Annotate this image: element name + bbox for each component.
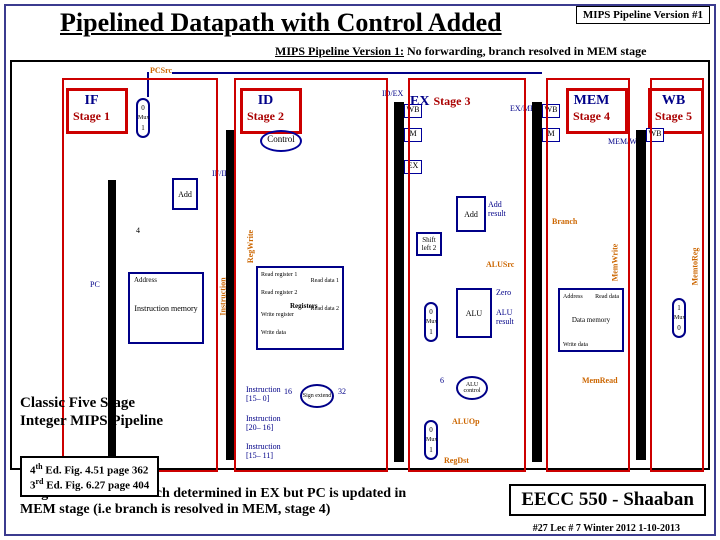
ex-stage-box [408, 78, 526, 472]
memwb-register [636, 130, 646, 460]
footer-text: #27 Lec # 7 Winter 2012 1-10-2013 [533, 523, 680, 534]
id-stage-box [234, 78, 388, 472]
exmem-register [532, 102, 542, 462]
course-box: EECC 550 - Shaaban [509, 484, 706, 516]
idex-register [394, 102, 404, 462]
classic-pipeline-text: Classic Five Stage Integer MIPS Pipeline [20, 394, 170, 430]
wb-stage-box [650, 78, 704, 472]
edition-references: 4th 4th Ed. Fig. 4.51 page 362Ed. Fig. 4… [20, 456, 159, 497]
mem-stage-box [546, 78, 630, 472]
pcsrc-label: PCSrc [150, 66, 172, 75]
instruction-label: Instruction [219, 277, 228, 315]
page-title: Pipelined Datapath with Control Added [60, 8, 502, 38]
subtitle: MIPS Pipeline Version 1: No forwarding, … [275, 44, 646, 59]
version-box: MIPS Pipeline Version #1 [576, 6, 710, 24]
